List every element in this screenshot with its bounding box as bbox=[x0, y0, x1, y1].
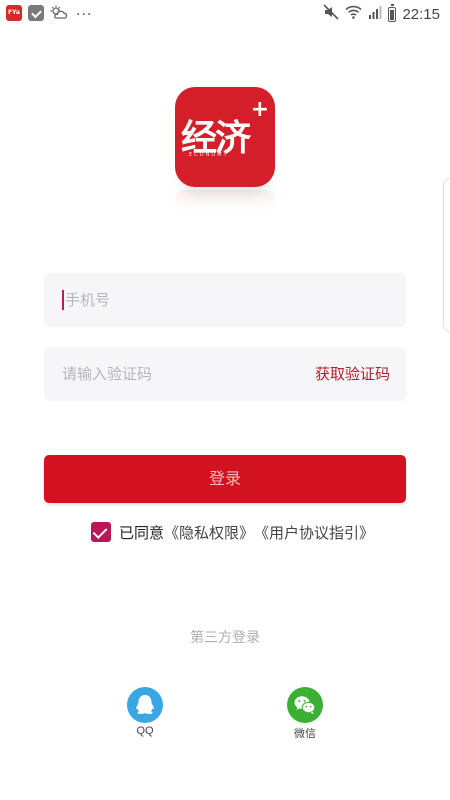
user-agreement-link[interactable]: 《用户协议指引》 bbox=[254, 522, 374, 543]
phone-field[interactable] bbox=[44, 273, 406, 327]
status-bar-left: FYa ... bbox=[6, 3, 93, 21]
qq-login-button[interactable]: QQ bbox=[115, 687, 175, 737]
weather-icon bbox=[50, 5, 68, 21]
wechat-icon[interactable] bbox=[287, 687, 323, 723]
app-logo-reflection bbox=[175, 190, 275, 212]
third-party-login-title: 第三方登录 bbox=[190, 630, 260, 646]
wechat-label: 微信 bbox=[294, 728, 316, 740]
mute-icon bbox=[323, 4, 340, 24]
app-logo-subtext: ECONOMY bbox=[189, 152, 229, 158]
agreement-row: 已同意 《隐私权限》 《用户协议指引》 bbox=[91, 521, 374, 543]
phone-input[interactable] bbox=[65, 273, 305, 327]
login-button[interactable]: 登录 bbox=[44, 455, 406, 503]
text-caret bbox=[62, 290, 64, 310]
qq-label: QQ bbox=[136, 725, 154, 737]
privacy-policy-link[interactable]: 《隐私权限》 bbox=[164, 522, 254, 543]
check-app-icon bbox=[28, 5, 44, 21]
more-notifications-indicator: ... bbox=[76, 3, 93, 19]
app-logo: 经济 ECONOMY + bbox=[175, 87, 275, 187]
battery-icon bbox=[388, 3, 397, 22]
wifi-icon bbox=[345, 4, 362, 24]
edge-panel-handle[interactable] bbox=[443, 178, 450, 332]
verification-code-input[interactable] bbox=[62, 347, 302, 401]
wechat-login-button[interactable]: 微信 bbox=[275, 687, 335, 741]
app-logo-plus: + bbox=[250, 97, 269, 122]
signal-icon bbox=[368, 5, 382, 24]
app-notification-icon: FYa bbox=[6, 5, 22, 21]
status-bar: FYa ... 22:15 bbox=[0, 0, 450, 28]
qq-icon[interactable] bbox=[127, 687, 163, 723]
agreement-checkbox[interactable] bbox=[91, 522, 111, 542]
app-logo-badge: 经济 ECONOMY + bbox=[175, 87, 275, 187]
status-bar-right: 22:15 bbox=[323, 3, 440, 24]
get-code-button[interactable]: 获取验证码 bbox=[315, 347, 390, 401]
status-time: 22:15 bbox=[402, 5, 440, 23]
verification-code-field[interactable]: 获取验证码 bbox=[44, 347, 406, 401]
agreement-prefix: 已同意 bbox=[119, 523, 165, 542]
